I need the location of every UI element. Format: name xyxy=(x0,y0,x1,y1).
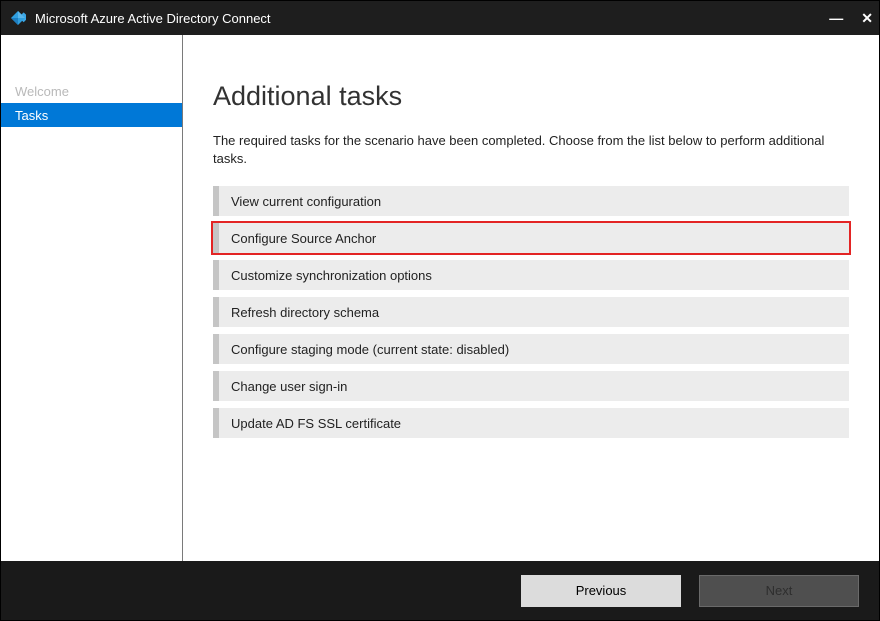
page-title: Additional tasks xyxy=(213,81,849,112)
task-label: Update AD FS SSL certificate xyxy=(231,416,401,431)
next-button: Next xyxy=(699,575,859,607)
footer: Previous Next xyxy=(1,561,879,620)
sidebar: Welcome Tasks xyxy=(1,35,183,561)
task-update-ssl[interactable]: Update AD FS SSL certificate xyxy=(213,408,849,438)
sidebar-item-label: Tasks xyxy=(15,108,48,123)
task-staging-mode[interactable]: Configure staging mode (current state: d… xyxy=(213,334,849,364)
button-label: Previous xyxy=(576,583,627,598)
titlebar: Microsoft Azure Active Directory Connect… xyxy=(1,1,879,35)
previous-button[interactable]: Previous xyxy=(521,575,681,607)
window-controls: — ✕ xyxy=(829,1,873,35)
task-label: Change user sign-in xyxy=(231,379,347,394)
task-view-config[interactable]: View current configuration xyxy=(213,186,849,216)
task-list: View current configuration Configure Sou… xyxy=(213,186,849,438)
sidebar-item-welcome[interactable]: Welcome xyxy=(1,79,182,103)
page-description: The required tasks for the scenario have… xyxy=(213,132,849,168)
task-refresh-schema[interactable]: Refresh directory schema xyxy=(213,297,849,327)
minimize-icon[interactable]: — xyxy=(829,10,843,26)
button-label: Next xyxy=(766,583,793,598)
task-label: Configure staging mode (current state: d… xyxy=(231,342,509,357)
task-customize-sync[interactable]: Customize synchronization options xyxy=(213,260,849,290)
task-label: Refresh directory schema xyxy=(231,305,379,320)
task-label: Customize synchronization options xyxy=(231,268,432,283)
app-icon xyxy=(9,9,27,27)
main-panel: Additional tasks The required tasks for … xyxy=(183,35,879,561)
task-configure-source-anchor[interactable]: Configure Source Anchor xyxy=(213,223,849,253)
task-label: Configure Source Anchor xyxy=(231,231,376,246)
task-change-signin[interactable]: Change user sign-in xyxy=(213,371,849,401)
sidebar-item-label: Welcome xyxy=(15,84,69,99)
window-title: Microsoft Azure Active Directory Connect xyxy=(35,11,271,26)
content-area: Welcome Tasks Additional tasks The requi… xyxy=(1,35,879,561)
close-icon[interactable]: ✕ xyxy=(861,10,873,27)
sidebar-item-tasks[interactable]: Tasks xyxy=(1,103,182,127)
task-label: View current configuration xyxy=(231,194,381,209)
